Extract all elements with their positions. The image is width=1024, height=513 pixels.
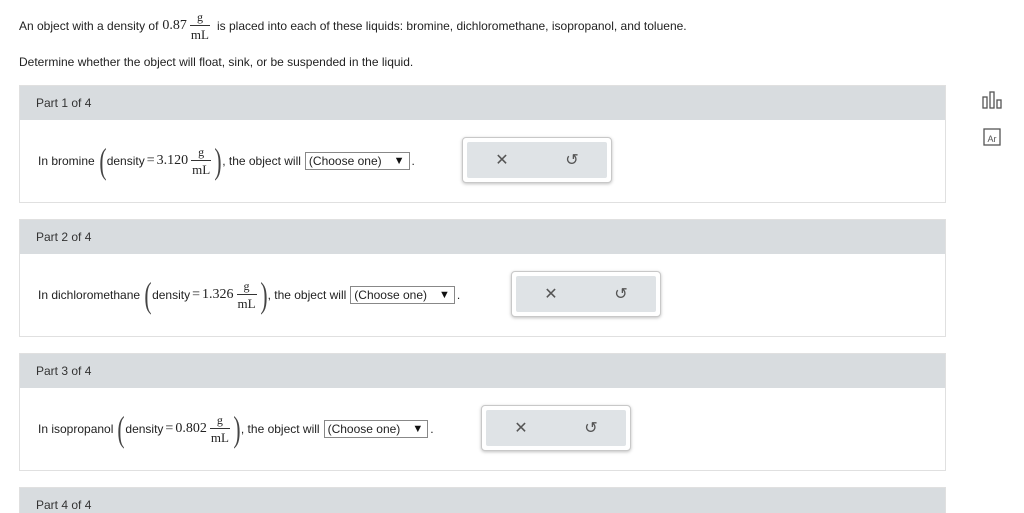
bar-chart-icon[interactable] — [982, 90, 1002, 110]
part-2-action-box: ✕ ↺ — [511, 271, 661, 317]
clear-button[interactable]: ✕ — [536, 284, 566, 304]
reset-button[interactable]: ↺ — [557, 150, 587, 170]
part-2-panel: Part 2 of 4 In dichloromethane ( density… — [19, 219, 946, 337]
answer-dropdown[interactable]: (Choose one) ▼ — [323, 420, 429, 438]
intro-suffix: is placed into each of these liquids: br… — [216, 19, 687, 33]
density-value: 1.326 — [202, 287, 234, 302]
unit-numerator: g — [216, 413, 223, 427]
intro-unit-fraction: g mL — [189, 10, 210, 42]
close-paren: ) — [233, 409, 241, 449]
answer-lead: , the object will — [240, 422, 320, 436]
unit-fraction: g mL — [209, 413, 230, 445]
unit-numerator: g — [243, 279, 250, 293]
unit-denominator: mL — [236, 294, 257, 311]
part-1-question: In bromine ( density = 3.120 g mL ) , th… — [38, 141, 415, 181]
answer-dropdown[interactable]: (Choose one) ▼ — [304, 152, 410, 170]
part-1-header: Part 1 of 4 — [20, 86, 945, 120]
part-2-header: Part 2 of 4 — [20, 220, 945, 254]
unit-fraction: g mL — [191, 145, 212, 177]
unit-denominator: mL — [189, 25, 210, 42]
dropdown-value: (Choose one) — [308, 154, 382, 168]
dropdown-value: (Choose one) — [354, 288, 427, 302]
part-3-header: Part 3 of 4 — [20, 354, 945, 388]
liquid-label: In bromine — [38, 154, 95, 168]
density-value: 0.802 — [175, 421, 207, 436]
liquid-label: In dichloromethane — [38, 288, 141, 302]
part-4-panel: Part 4 of 4 — [19, 487, 946, 513]
unit-numerator: g — [196, 10, 203, 24]
answer-lead: , the object will — [222, 154, 301, 168]
clear-button[interactable]: ✕ — [487, 150, 517, 170]
answer-dropdown[interactable]: (Choose one) ▼ — [350, 286, 455, 304]
part-2-body: In dichloromethane ( density = 1.326 g m… — [20, 254, 945, 336]
intro-statement: An object with a density of 0.87 g mL is… — [19, 11, 687, 41]
chevron-down-icon: ▼ — [412, 423, 424, 435]
dropdown-value: (Choose one) — [327, 422, 401, 436]
density-label: density — [106, 154, 145, 168]
open-paren: ( — [144, 275, 152, 315]
unit-denominator: mL — [209, 428, 230, 445]
chevron-down-icon: ▼ — [393, 155, 405, 167]
part-1-action-box: ✕ ↺ — [462, 137, 612, 183]
liquid-label: In isopropanol — [38, 422, 114, 436]
intro-prefix: An object with a density of — [19, 19, 159, 33]
part-3-action-box: ✕ ↺ — [481, 405, 631, 451]
part-3-question: In isopropanol ( density = 0.802 g mL ) … — [38, 409, 434, 449]
density-label: density — [152, 288, 191, 302]
clear-button[interactable]: ✕ — [506, 418, 536, 438]
periodic-table-icon[interactable]: Ar — [982, 127, 1002, 147]
reset-button[interactable]: ↺ — [606, 284, 636, 304]
unit-denominator: mL — [191, 160, 212, 177]
close-paren: ) — [259, 275, 268, 315]
open-paren: ( — [99, 141, 107, 181]
close-paren: ) — [214, 141, 222, 181]
open-paren: ( — [117, 409, 125, 449]
answer-lead: , the object will — [267, 288, 347, 302]
chevron-down-icon: ▼ — [439, 289, 450, 301]
part-4-header: Part 4 of 4 — [20, 488, 945, 513]
unit-fraction: g mL — [236, 279, 257, 311]
reset-button[interactable]: ↺ — [576, 418, 606, 438]
density-value: 3.120 — [156, 153, 189, 168]
intro-instruction: Determine whether the object will float,… — [19, 55, 414, 69]
unit-numerator: g — [198, 145, 205, 159]
periodic-symbol: Ar — [988, 134, 997, 144]
intro-density-value: 0.87 — [162, 18, 187, 33]
part-2-question: In dichloromethane ( density = 1.326 g m… — [38, 275, 461, 315]
density-label: density — [125, 422, 164, 436]
